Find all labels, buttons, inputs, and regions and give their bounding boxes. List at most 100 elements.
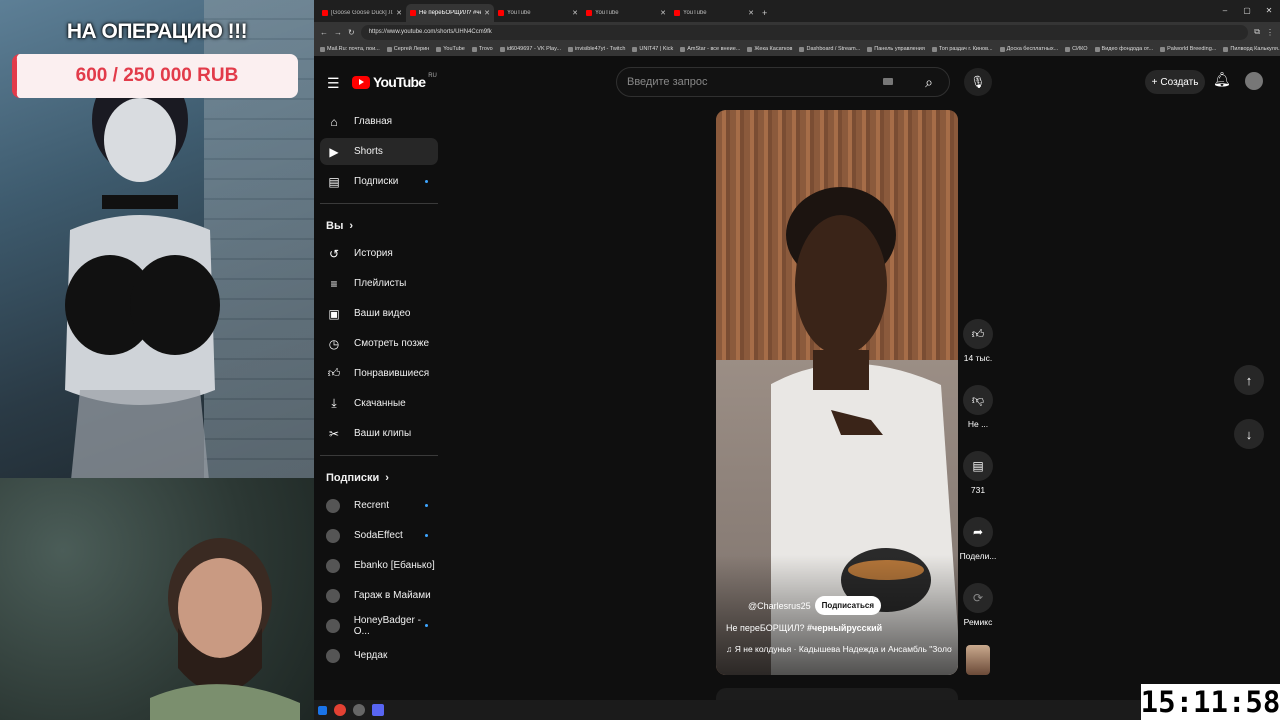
sidebar-item-your-videos[interactable]: ▣ Ваши видео bbox=[320, 300, 438, 327]
remix-button[interactable]: ⟳ Ремикс bbox=[958, 583, 998, 627]
bookmark-item[interactable]: Dashboard / Stream... bbox=[799, 46, 860, 52]
subscriptions-section-header[interactable]: Подписки › bbox=[314, 464, 444, 492]
os-taskbar bbox=[314, 700, 1154, 720]
maximize-icon[interactable]: ▢ bbox=[1236, 0, 1258, 22]
bookmark-item[interactable]: Панель управления bbox=[867, 46, 925, 52]
keyboard-icon[interactable] bbox=[883, 78, 893, 85]
browser-tab[interactable]: [Goose Goose Duck] ЛУЧШЕ Э...✕ bbox=[318, 4, 406, 22]
share-button[interactable]: ➦ Подели... bbox=[958, 517, 998, 561]
bookmark-item[interactable]: Доска бесплатных... bbox=[999, 46, 1059, 52]
comments-button[interactable]: ▤ 731 bbox=[958, 451, 998, 495]
sidebar-item-liked[interactable]: 👍︎ Понравившиеся bbox=[320, 360, 438, 387]
like-button[interactable]: 👍︎ 14 тыс. bbox=[958, 319, 998, 363]
close-tab-icon[interactable]: ✕ bbox=[572, 9, 578, 17]
microphone-icon[interactable]: 🎙 bbox=[964, 68, 992, 96]
obs-taskbar-icon[interactable] bbox=[353, 704, 365, 716]
comment-count: 731 bbox=[970, 485, 986, 495]
app-taskbar-icon[interactable] bbox=[372, 704, 384, 716]
menu-icon[interactable]: ⋮ bbox=[1266, 28, 1274, 37]
bookmark-item[interactable]: UNIT47 | Kick bbox=[632, 46, 673, 52]
bookmark-item[interactable]: Trovo bbox=[471, 46, 493, 52]
url-field[interactable]: https://www.youtube.com/shorts/UHN4Ccm9f… bbox=[360, 24, 1249, 40]
bookmark-item[interactable]: Пилворд Калькуля... bbox=[1223, 46, 1280, 52]
plus-icon: + bbox=[1151, 76, 1158, 88]
dislike-button[interactable]: 👎︎ Не ... bbox=[958, 385, 998, 429]
subscribe-button[interactable]: Подписаться bbox=[814, 596, 881, 615]
bookmark-item[interactable]: СИКО bbox=[1065, 46, 1088, 52]
subscription-channel[interactable]: Гараж в Майами bbox=[320, 582, 438, 609]
sidebar-item-downloads[interactable]: ⤓ Скачанные bbox=[320, 390, 438, 417]
browser-tab[interactable]: YouTube ✕ bbox=[582, 4, 670, 22]
tab-title: YouTube bbox=[595, 10, 619, 16]
search-icon[interactable]: ⌕ bbox=[909, 68, 949, 96]
next-short-preview bbox=[716, 688, 958, 700]
window-controls: – ▢ ✕ bbox=[1214, 0, 1280, 22]
menu-hamburger-icon[interactable]: ☰ bbox=[327, 75, 340, 92]
sidebar-item-clips[interactable]: ✂ Ваши клипы bbox=[320, 420, 438, 447]
bookmark-item[interactable]: Топ раздач г. Кинов... bbox=[931, 46, 993, 52]
sidebar-item-label: Плейлисты bbox=[354, 278, 407, 289]
reload-icon[interactable]: ↻ bbox=[348, 28, 355, 37]
bookmark-item[interactable]: Жека Касатков bbox=[747, 46, 792, 52]
bookmark-item[interactable]: id6049697 - VK Play... bbox=[499, 46, 561, 52]
video-hashtag[interactable]: #черныйрусский bbox=[807, 623, 882, 633]
bookmark-item[interactable]: invisible47yt - Twitch bbox=[568, 46, 625, 52]
bookmark-item[interactable]: AmStar - все внеие... bbox=[680, 46, 740, 52]
bookmark-label: Доска бесплатных... bbox=[1006, 46, 1059, 52]
previous-short-arrow-icon[interactable]: ↑ bbox=[1234, 365, 1264, 395]
subscription-channel[interactable]: SodaEffect bbox=[320, 522, 438, 549]
bookmark-item[interactable]: Видео фондода от... bbox=[1094, 46, 1153, 52]
forward-icon[interactable]: → bbox=[334, 28, 342, 37]
bookmark-item[interactable]: Mail.Ru: почта, пои... bbox=[320, 46, 380, 52]
sidebar-item-subscriptions[interactable]: ▤ Подписки bbox=[320, 168, 438, 195]
youtube-logo[interactable]: YouTube RU bbox=[352, 73, 437, 90]
subscription-channel[interactable]: HoneyBadger - О... bbox=[320, 612, 438, 639]
bookmark-item[interactable]: Сергей Лерин bbox=[386, 46, 429, 52]
new-tab-icon[interactable]: + bbox=[762, 4, 767, 22]
bookmark-label: AmStar - все внеие... bbox=[687, 46, 741, 52]
close-tab-icon[interactable]: ✕ bbox=[396, 9, 402, 17]
sidebar-item-history[interactable]: ↺ История bbox=[320, 240, 438, 267]
bookmark-item[interactable]: YouTube bbox=[436, 46, 465, 52]
search-box[interactable]: Введите запрос ⌕ bbox=[616, 67, 950, 97]
notifications-bell-icon[interactable]: 🔔︎ bbox=[1213, 71, 1231, 88]
create-button[interactable]: + Создать bbox=[1145, 70, 1205, 94]
you-section-header[interactable]: Вы › bbox=[314, 212, 444, 240]
donation-goal-title: НА ОПЕРАЦИЮ !!! bbox=[66, 20, 248, 43]
sound-thumbnail[interactable] bbox=[966, 645, 990, 675]
sidebar-item-label: Подписки bbox=[354, 176, 399, 187]
subscription-channel[interactable]: Чердак bbox=[320, 642, 438, 669]
subscription-channel[interactable]: Recrent bbox=[320, 492, 438, 519]
windows-start-icon[interactable] bbox=[318, 705, 327, 715]
close-window-icon[interactable]: ✕ bbox=[1258, 0, 1280, 22]
close-tab-icon[interactable]: ✕ bbox=[484, 9, 490, 17]
close-tab-icon[interactable]: ✕ bbox=[748, 9, 754, 17]
chrome-taskbar-icon[interactable] bbox=[334, 704, 346, 716]
new-content-dot bbox=[425, 534, 428, 537]
bookmark-item[interactable]: Palworld Breeding... bbox=[1160, 46, 1216, 52]
sidebar-item-playlists[interactable]: ≡ Плейлисты bbox=[320, 270, 438, 297]
channel-name: Гараж в Майами bbox=[354, 590, 431, 601]
sidebar-item-label: История bbox=[354, 248, 393, 259]
browser-tab-active[interactable]: Не переБОРЩИЛ? #черн...✕ bbox=[406, 4, 494, 22]
music-info[interactable]: ♫ Я не колдунья · Кадышева Надежда и Анс… bbox=[726, 644, 952, 654]
search-input[interactable]: Введите запрос bbox=[627, 76, 707, 88]
your-videos-icon: ▣ bbox=[328, 306, 340, 321]
sidebar-item-home[interactable]: ⌂ Главная bbox=[320, 108, 438, 135]
browser-tab[interactable]: YouTube ✕ bbox=[670, 4, 758, 22]
sidebar-item-shorts[interactable]: ▶ Shorts bbox=[320, 138, 438, 165]
minimize-icon[interactable]: – bbox=[1214, 0, 1236, 22]
extensions-icon[interactable]: ⧉ bbox=[1254, 27, 1260, 37]
shorts-icon: ▶ bbox=[329, 144, 339, 159]
account-avatar[interactable] bbox=[1245, 72, 1263, 90]
youtube-favicon-icon bbox=[410, 10, 416, 16]
back-icon[interactable]: ← bbox=[320, 28, 328, 37]
close-tab-icon[interactable]: ✕ bbox=[660, 9, 666, 17]
sidebar-item-watch-later[interactable]: ◷ Смотреть позже bbox=[320, 330, 438, 357]
next-short-arrow-icon[interactable]: ↓ bbox=[1234, 419, 1264, 449]
channel-handle[interactable]: @Charlesrus25 bbox=[748, 601, 811, 611]
browser-tab[interactable]: YouTube ✕ bbox=[494, 4, 582, 22]
shorts-video-player[interactable]: @Charlesrus25 Подписаться Не переБОРЩИЛ?… bbox=[716, 110, 958, 675]
subscription-channel[interactable]: Ebanko [Ебанько] bbox=[320, 552, 438, 579]
create-label: Создать bbox=[1160, 76, 1199, 88]
